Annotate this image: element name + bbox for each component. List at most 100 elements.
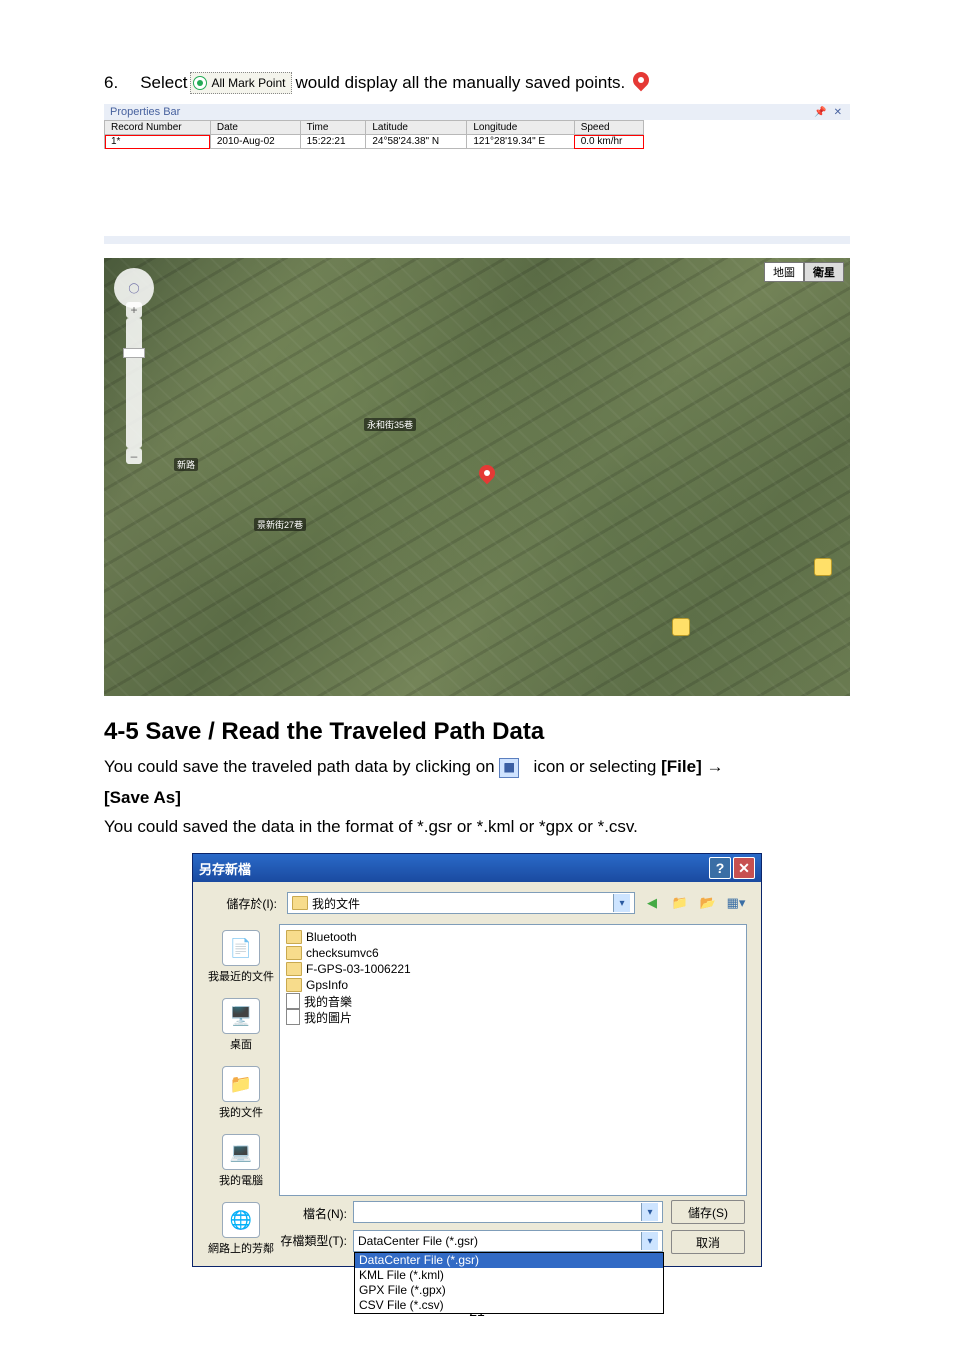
file-name: checksumvc6 (306, 946, 379, 960)
close-button[interactable]: ✕ (733, 857, 755, 879)
file-name: GpsInfo (306, 978, 348, 992)
map-mode-satellite[interactable]: 衛星 (804, 262, 844, 282)
save-icon[interactable] (499, 758, 519, 778)
para1a: You could save the traveled path data by… (104, 757, 495, 776)
cell-speed: 0.0 km/hr (574, 135, 643, 149)
col-speed[interactable]: Speed (574, 121, 643, 135)
file-name: Bluetooth (306, 930, 357, 944)
cell-time: 15:22:21 (300, 135, 366, 149)
map-pin-icon (630, 70, 652, 96)
paragraph-1: You could save the traveled path data by… (104, 752, 850, 813)
filetype-option[interactable]: GPX File (*.gpx) (355, 1283, 663, 1298)
poi-icon (672, 618, 690, 636)
dialog-titlebar[interactable]: 另存新檔 ? ✕ (193, 854, 761, 882)
cancel-button[interactable]: 取消 (671, 1230, 745, 1254)
col-latitude[interactable]: Latitude (366, 121, 467, 135)
radio-label: All Mark Point (211, 76, 285, 90)
street-label: 新路 (174, 458, 198, 471)
chevron-down-icon[interactable]: ▾ (641, 1232, 658, 1250)
street-label: 永和街35巷 (364, 418, 416, 431)
place-network[interactable]: 🌐 網路上的芳鄰 (208, 1202, 274, 1256)
save-button[interactable]: 儲存(S) (671, 1200, 745, 1224)
folder-icon (286, 930, 302, 944)
folder-icon (286, 946, 302, 960)
filename-input[interactable]: ▾ (353, 1201, 663, 1223)
place-recent-label: 我最近的文件 (208, 968, 274, 984)
map-mode-map[interactable]: 地圖 (764, 262, 804, 282)
save-as-ref: [Save As] (104, 788, 181, 807)
file-list-pane[interactable]: Bluetooth checksumvc6 F-GPS-03-1006221 G… (279, 924, 747, 1196)
list-item[interactable]: 我的音樂 (284, 993, 742, 1009)
all-mark-point-radio[interactable]: All Mark Point (190, 72, 292, 94)
properties-bar-panel: Properties Bar 📌 ✕ Record Number Date Ti… (104, 104, 850, 244)
place-mypc[interactable]: 💻 我的電腦 (219, 1134, 263, 1188)
properties-bar-title: Properties Bar (110, 106, 180, 118)
radio-dot-icon (193, 76, 207, 90)
panel-pin-close-icons[interactable]: 📌 ✕ (814, 107, 844, 118)
filetype-dropdown[interactable]: DataCenter File (*.gsr) KML File (*.kml)… (354, 1252, 664, 1314)
file-name: F-GPS-03-1006221 (306, 962, 411, 976)
filetype-option[interactable]: CSV File (*.csv) (355, 1298, 663, 1313)
place-recent[interactable]: 📄 我最近的文件 (208, 930, 274, 984)
place-mydocs-label: 我的文件 (219, 1104, 263, 1120)
place-desktop[interactable]: 🖥️ 桌面 (222, 998, 260, 1052)
col-time[interactable]: Time (300, 121, 366, 135)
filetype-combo[interactable]: DataCenter File (*.gsr) ▾ DataCenter Fil… (353, 1230, 663, 1252)
filetype-label: 存檔類型(T): (277, 1230, 347, 1249)
filetype-value: DataCenter File (*.gsr) (358, 1234, 637, 1248)
file-name: 我的圖片 (304, 1009, 352, 1026)
col-date[interactable]: Date (210, 121, 300, 135)
chevron-down-icon[interactable]: ▾ (641, 1203, 658, 1221)
list-item[interactable]: checksumvc6 (284, 945, 742, 961)
back-button[interactable]: ◀ (641, 892, 663, 914)
folder-icon (292, 896, 308, 910)
new-folder-button[interactable]: 📂 (697, 892, 719, 914)
list-item[interactable]: Bluetooth (284, 929, 742, 945)
arrow-icon (706, 757, 723, 776)
file-menu-ref: [File] (661, 757, 702, 776)
help-button[interactable]: ? (709, 857, 731, 879)
filetype-option[interactable]: KML File (*.kml) (355, 1268, 663, 1283)
save-as-dialog: 另存新檔 ? ✕ 儲存於(I): 我的文件 ▾ ◀ 📁 📂 ▦▾ (192, 853, 762, 1267)
col-record-number[interactable]: Record Number (105, 121, 211, 135)
file-icon (286, 1009, 300, 1025)
street-label: 景新街27巷 (254, 518, 306, 531)
place-mypc-label: 我的電腦 (219, 1172, 263, 1188)
cell-lat: 24°58'24.38" N (366, 135, 467, 149)
properties-table: Record Number Date Time Latitude Longitu… (104, 120, 644, 149)
col-longitude[interactable]: Longitude (467, 121, 574, 135)
save-in-combo[interactable]: 我的文件 ▾ (287, 892, 635, 914)
file-name: 我的音樂 (304, 993, 352, 1010)
filetype-option[interactable]: DataCenter File (*.gsr) (355, 1253, 663, 1268)
chevron-down-icon[interactable]: ▾ (613, 894, 630, 912)
satellite-map[interactable]: ◯ 地圖 衛星 新路 景新街27巷 永和街35巷 (104, 258, 850, 696)
step-number: 6. (104, 73, 118, 93)
section-heading: 4-5 Save / Read the Traveled Path Data (104, 718, 850, 746)
step-post-text: would display all the manually saved poi… (295, 73, 625, 93)
save-in-value: 我的文件 (312, 895, 609, 912)
table-row[interactable]: 1* 2010-Aug-02 15:22:21 24°58'24.38" N 1… (105, 135, 644, 149)
folder-icon (286, 978, 302, 992)
list-item[interactable]: GpsInfo (284, 977, 742, 993)
list-item[interactable]: F-GPS-03-1006221 (284, 961, 742, 977)
dialog-title: 另存新檔 (199, 859, 251, 878)
paragraph-2: You could saved the data in the format o… (104, 817, 850, 837)
folder-icon (286, 962, 302, 976)
places-bar: 📄 我最近的文件 🖥️ 桌面 📁 我的文件 💻 我的電腦 (207, 924, 275, 1262)
save-in-label: 儲存於(I): (207, 895, 277, 912)
up-button[interactable]: 📁 (669, 892, 691, 914)
place-network-label: 網路上的芳鄰 (208, 1240, 274, 1256)
cell-record: 1* (105, 135, 211, 149)
map-mode-toggle[interactable]: 地圖 衛星 (764, 262, 844, 282)
para1b: icon or selecting (534, 757, 657, 776)
step-pre-text: Select (140, 73, 187, 93)
view-menu-button[interactable]: ▦▾ (725, 892, 747, 914)
cell-date: 2010-Aug-02 (210, 135, 300, 149)
place-mydocs[interactable]: 📁 我的文件 (219, 1066, 263, 1120)
map-marker-icon (476, 463, 498, 489)
map-zoom-slider[interactable] (126, 318, 142, 448)
file-icon (286, 993, 300, 1009)
list-item[interactable]: 我的圖片 (284, 1009, 742, 1025)
step-6-line: 6. Select All Mark Point would display a… (104, 70, 850, 96)
filename-label: 檔名(N): (277, 1203, 347, 1222)
